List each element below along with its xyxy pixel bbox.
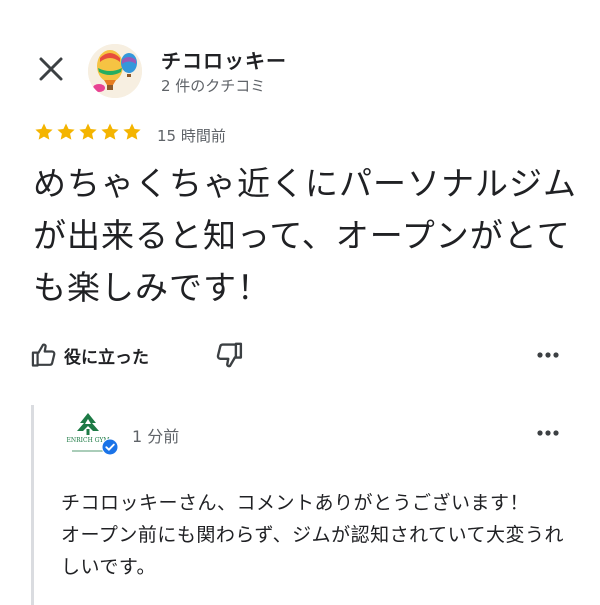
avatar-balloon-illustration [88, 44, 142, 98]
star-icon [35, 123, 53, 140]
not-helpful-button[interactable] [214, 340, 244, 370]
close-button[interactable] [34, 52, 68, 86]
avatar[interactable] [88, 44, 142, 98]
verified-badge [101, 438, 119, 456]
thumbs-down-icon [216, 342, 243, 368]
review-text: めちゃくちゃ近くにパーソナルジムが出来ると知って、オープンがとても楽しみです！ [33, 164, 577, 307]
reply-more-button[interactable] [533, 420, 563, 446]
reviewer-review-count: 2 件のクチコミ [161, 77, 266, 95]
helpful-button[interactable]: 役に立った [30, 338, 149, 372]
star-icon [101, 123, 119, 140]
more-horizontal-icon [537, 352, 559, 358]
close-icon [39, 57, 63, 81]
reply-paragraph: チコロッキーさん、コメントありがとうございます！ [61, 492, 530, 514]
star-icon [79, 123, 97, 140]
verified-check-icon [101, 438, 119, 456]
review-time: 15 時間前 [157, 127, 226, 145]
reply-indent-bar [31, 405, 34, 605]
star-rating [34, 122, 142, 142]
reply-text: チコロッキーさん、コメントありがとうございます！ オープン前にも関わらず、ジムが… [61, 487, 566, 583]
reply-paragraph: オープン前にも関わらず、ジムが認知されていて大変うれしいです。 [61, 524, 565, 578]
reply-time: 1 分前 [132, 427, 180, 446]
review-more-button[interactable] [533, 342, 563, 368]
helpful-label: 役に立った [64, 347, 149, 368]
reviewer-name[interactable]: チコロッキー [161, 45, 287, 74]
thumbs-up-icon [31, 343, 56, 367]
star-icon [123, 123, 141, 140]
more-horizontal-icon [537, 430, 559, 436]
star-icon [57, 123, 75, 140]
